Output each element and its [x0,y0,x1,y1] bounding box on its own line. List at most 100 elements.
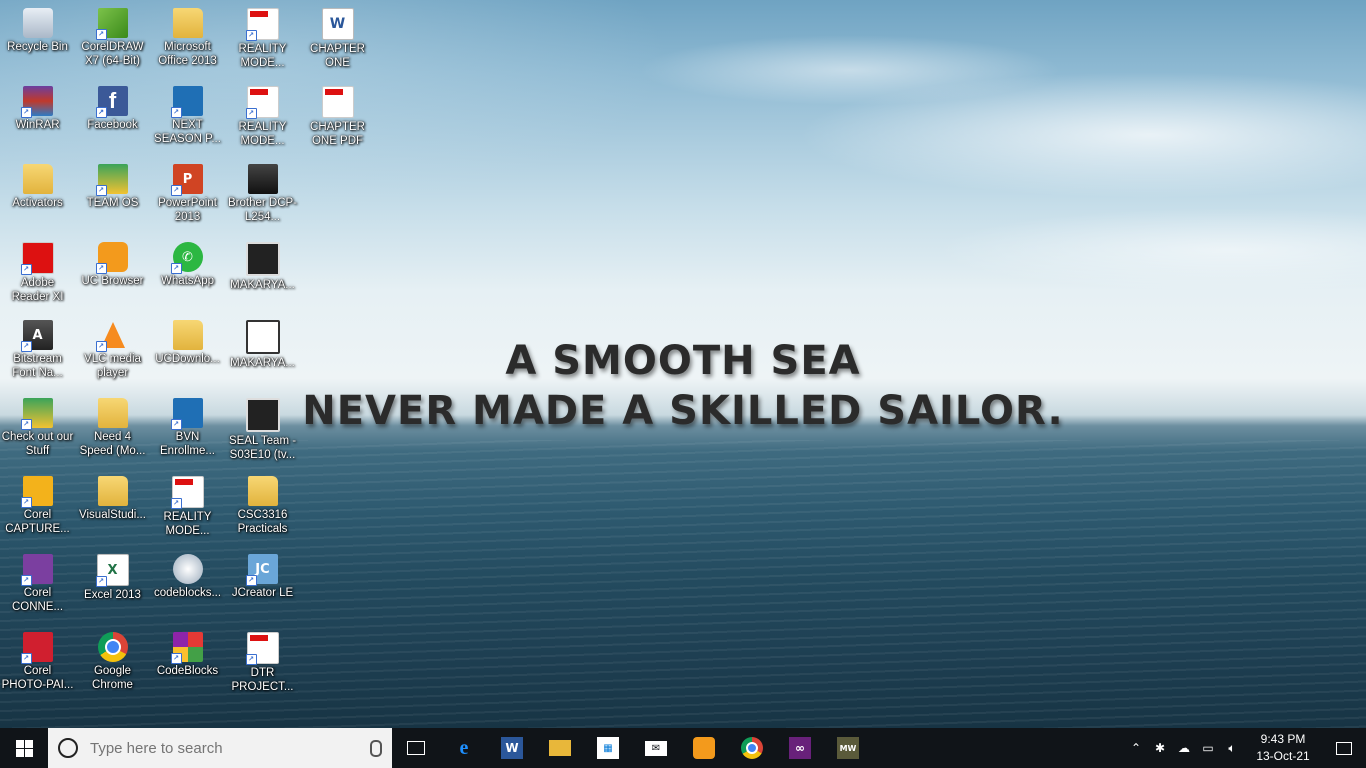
desktop-icon-need-4-speed[interactable]: Need 4 Speed (Mo... [75,394,150,470]
desktop-icon-excel[interactable]: X ↗ Excel 2013 [75,550,150,626]
desktop-icon-chapter-one[interactable]: W CHAPTER ONE [300,4,375,80]
desktop-icon-google-chrome[interactable]: Google Chrome [75,628,150,704]
volume-icon[interactable]: 🔈︎ [1220,728,1244,768]
folder-icon [247,476,278,506]
desktop-icon-codeblocks-setup[interactable]: codeblocks... [150,550,225,626]
desktop-icon-csc3316[interactable]: CSC3316 Practicals [225,472,300,548]
icon-label: REALITY MODE... [238,43,287,69]
pdf-icon: ↗ [170,476,204,509]
icon-label: CHAPTER ONE PDF [310,121,365,147]
icon-label: JCreator LE [231,587,294,599]
quote-line-1: A SMOOTH SEA [505,338,861,384]
taskbar: e W ▦ ✉ ∞ MW ⌃ ✱ ☁ ▭ 🔈︎ 9:43 PM 13-Oct-2… [0,728,1366,768]
icon-label: PowerPoint 2013 [158,197,217,223]
desktop-icon-reality-mode-3[interactable]: ↗ REALITY MODE... [150,472,225,548]
taskbar-search-box[interactable] [48,728,392,768]
bvn-icon: ↗ [170,398,203,430]
icon-label: VisualStudi... [79,509,146,521]
desktop-icon-brother-printer[interactable]: Brother DCP-L254... [225,160,300,236]
taskbar-mw-game[interactable]: MW [824,728,872,768]
desktop-icon-next-season[interactable]: ↗ NEXT SEASON P... [150,82,225,158]
taskbar-clock[interactable]: 9:43 PM 13-Oct-21 [1244,731,1322,765]
desktop-icon-corel-connect[interactable]: ↗ Corel CONNE... [0,550,75,626]
winrar-icon: ↗ [20,86,53,118]
desktop-icon-recycle-bin[interactable]: Recycle Bin [0,4,75,80]
icon-label: Corel CAPTURE... [5,509,70,535]
taskbar-uc-browser[interactable] [680,728,728,768]
desktop-icon-check-out-stuff[interactable]: ↗ Check out our Stuff [0,394,75,470]
taskbar-word[interactable]: W [488,728,536,768]
desktop-icon-ucdownloads[interactable]: UCDownlo... [150,316,225,392]
desktop-icon-vlc[interactable]: ↗ VLC media player [75,316,150,392]
taskbar-file-explorer[interactable] [536,728,584,768]
desktop-icon-office-2013[interactable]: Microsoft Office 2013 [150,4,225,80]
uc-browser-icon: ↗ [95,242,128,274]
mail-icon: ✉ [645,740,667,756]
word-document-icon: W [321,8,354,40]
desktop-icon-reality-mode-1[interactable]: ↗ REALITY MODE... [225,4,300,80]
film-icon [245,320,280,354]
desktop-icon-whatsapp[interactable]: ✆ ↗ WhatsApp [150,238,225,314]
desktop-icon-makarya-1[interactable]: MAKARYA... [225,238,300,314]
icon-label: VLC media player [84,353,141,379]
corel-photopaint-icon: ↗ [20,632,53,664]
icon-label: NEXT SEASON P... [154,119,221,145]
desktop-icon-uc-browser[interactable]: ↗ UC Browser [75,238,150,314]
clock-time: 9:43 PM [1260,732,1306,746]
desktop-icon-makarya-2[interactable]: MAKARYA... [225,316,300,392]
onedrive-icon[interactable]: ☁ [1172,728,1196,768]
desktop-icon-jcreator[interactable]: JC ↗ JCreator LE [225,550,300,626]
desktop-icon-visual-studio[interactable]: VisualStudi... [75,472,150,548]
desktop-icon-reality-mode-2[interactable]: ↗ REALITY MODE... [225,82,300,158]
icon-label: Facebook [87,119,138,131]
excel-icon: X ↗ [95,554,129,587]
desktop-icon-bitstream[interactable]: A ↗ Bitstream Font Na... [0,316,75,392]
show-hidden-icons-chevron-icon[interactable]: ⌃ [1124,728,1148,768]
folder-icon [172,320,203,350]
start-button[interactable] [0,728,48,768]
icon-label: REALITY MODE... [238,121,287,147]
cortana-icon [58,738,78,758]
icon-label: DTR PROJECT... [231,667,294,693]
quote-line-2: NEVER MADE A SKILLED SAILOR. [302,388,1064,434]
recycle-bin-icon [22,8,53,38]
desktop-icon-bvn-enrollment[interactable]: ↗ BVN Enrollme... [150,394,225,470]
desktop-icon-winrar[interactable]: ↗ WinRAR [0,82,75,158]
desktop-icon-corel-capture[interactable]: ↗ Corel CAPTURE... [0,472,75,548]
task-view-button[interactable] [392,728,440,768]
desktop-icon-adobe-reader[interactable]: ↗ Adobe Reader XI [0,238,75,314]
icon-label: UCDownlo... [155,353,220,365]
taskbar-chrome[interactable] [728,728,776,768]
desktop-icon-coreldraw[interactable]: ↗ CorelDRAW X7 (64-Bit) [75,4,150,80]
clock-date: 13-Oct-21 [1256,749,1310,763]
desktop-icon-dtr-project[interactable]: ↗ DTR PROJECT... [225,628,300,704]
desktop-icon-facebook[interactable]: f ↗ Facebook [75,82,150,158]
icon-label: Adobe Reader XI [11,277,64,303]
taskbar-store[interactable]: ▦ [584,728,632,768]
desktop-icon-corel-photopaint[interactable]: ↗ Corel PHOTO-PAI... [0,628,75,704]
desktop-icon-team-os[interactable]: ↗ TEAM OS [75,160,150,236]
icon-label: CSC3316 Practicals [237,509,288,535]
desktop-icon-codeblocks[interactable]: ↗ CodeBlocks [150,628,225,704]
taskbar-visual-studio[interactable]: ∞ [776,728,824,768]
desktop-icon-chapter-one-pdf[interactable]: CHAPTER ONE PDF [300,82,375,158]
uc-browser-icon [693,737,715,759]
word-icon: W [501,737,523,759]
corel-capture-icon: ↗ [20,476,53,508]
microphone-icon[interactable] [370,739,382,757]
desktop-icon-activators[interactable]: Activators [0,160,75,236]
icon-label: Need 4 Speed (Mo... [79,431,146,457]
taskbar-edge[interactable]: e [440,728,488,768]
desktop-icon-seal-team[interactable]: SEAL Team - S03E10 (tv... [225,394,300,470]
icon-label: Recycle Bin [7,41,68,53]
action-center-button[interactable] [1322,728,1366,768]
video-icon [245,398,280,432]
network-wifi-icon[interactable]: ✱ [1148,728,1172,768]
search-input[interactable] [88,738,370,758]
system-tray: ⌃ ✱ ☁ ▭ 🔈︎ 9:43 PM 13-Oct-21 [1124,728,1366,768]
battery-icon[interactable]: ▭ [1196,728,1220,768]
codeblocks-setup-icon [172,554,203,584]
taskbar-mail[interactable]: ✉ [632,728,680,768]
desktop-icon-powerpoint[interactable]: P ↗ PowerPoint 2013 [150,160,225,236]
coreldraw-icon: ↗ [95,8,128,40]
